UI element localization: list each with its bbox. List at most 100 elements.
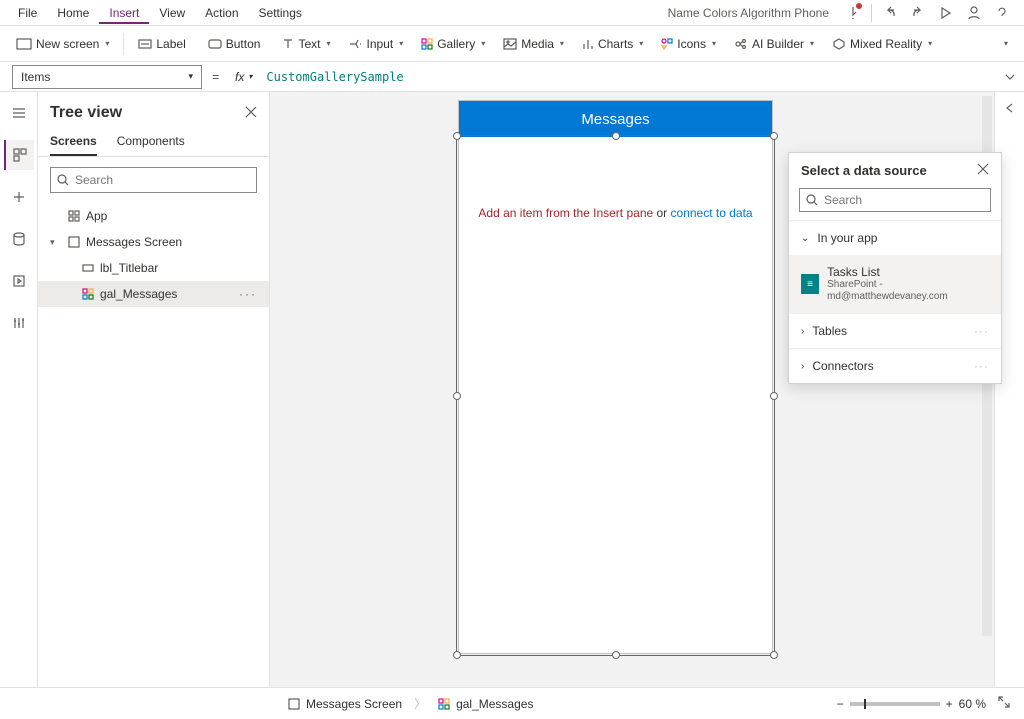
input-icon	[348, 38, 362, 50]
section-more-icon[interactable]: ···	[974, 359, 989, 373]
breadcrumb-separator: 〉	[412, 695, 428, 712]
rail-add-icon[interactable]	[4, 182, 34, 212]
section-in-your-app[interactable]: ⌄ In your app	[789, 220, 1001, 255]
help-icon[interactable]	[988, 0, 1016, 26]
section-tables[interactable]: › Tables ···	[789, 313, 1001, 348]
resize-handle-left[interactable]	[453, 392, 461, 400]
charts-icon	[582, 38, 594, 50]
section-label: Connectors	[812, 359, 873, 373]
canvas-gallery-selection[interactable]: Add an item from the Insert pane or conn…	[456, 135, 775, 656]
section-more-icon[interactable]: ···	[974, 324, 989, 338]
screen-icon	[68, 236, 80, 248]
resize-handle-tr[interactable]	[770, 132, 778, 140]
close-popup-icon[interactable]	[977, 163, 989, 178]
equals-sign: =	[202, 70, 229, 84]
datasource-item-tasks-list[interactable]: ≡ Tasks List SharePoint - md@matthewdeva…	[789, 255, 1001, 313]
health-checker-icon[interactable]	[839, 0, 867, 26]
app-icon	[68, 210, 80, 222]
rail-hamburger-icon[interactable]	[4, 98, 34, 128]
fit-to-screen-icon[interactable]	[992, 696, 1016, 711]
fx-dropdown[interactable]: fx▾	[229, 70, 258, 84]
search-icon	[806, 194, 818, 206]
tree-node-app[interactable]: App	[38, 203, 269, 229]
tree-search-input[interactable]	[50, 167, 257, 193]
resize-handle-right[interactable]	[770, 392, 778, 400]
resize-handle-bottom[interactable]	[612, 651, 620, 659]
connect-to-data-link[interactable]: connect to data	[671, 206, 753, 220]
icons-icon	[661, 38, 673, 50]
tree-child-label: gal_Messages	[100, 287, 177, 301]
zoom-out-button[interactable]: −	[837, 697, 844, 711]
section-label: In your app	[817, 231, 877, 245]
insert-label-button[interactable]: Label	[130, 32, 197, 56]
chevron-down-icon: ⌄	[801, 233, 809, 244]
breadcrumb-gallery[interactable]: gal_Messages	[428, 693, 543, 715]
tab-screens[interactable]: Screens	[50, 128, 97, 156]
datasource-item-name: Tasks List	[827, 265, 989, 279]
chevron-down-icon[interactable]: ▾	[50, 237, 62, 248]
tree-app-label: App	[86, 209, 107, 223]
insert-mixedreality-button[interactable]: Mixed Reality▾	[824, 32, 940, 56]
label-icon	[82, 262, 94, 274]
insert-aibuilder-button[interactable]: AI Builder▾	[726, 32, 822, 56]
tree-node-more-icon[interactable]: ···	[239, 287, 257, 301]
resize-handle-top[interactable]	[612, 132, 620, 140]
redo-icon[interactable]	[904, 0, 932, 26]
search-icon	[57, 174, 69, 186]
datasource-item-sub: SharePoint - md@matthewdevaney.com	[827, 279, 989, 303]
menu-settings[interactable]: Settings	[249, 2, 312, 24]
undo-icon[interactable]	[876, 0, 904, 26]
screen-icon	[16, 38, 32, 50]
play-icon[interactable]	[932, 0, 960, 26]
insert-button-button[interactable]: Button	[200, 32, 273, 56]
tree-node-screen[interactable]: ▾ Messages Screen	[38, 229, 269, 255]
tree-title: Tree view	[50, 104, 245, 122]
menu-action[interactable]: Action	[195, 2, 248, 24]
menu-insert[interactable]: Insert	[99, 2, 149, 24]
app-title: Name Colors Algorithm Phone	[658, 6, 839, 20]
datasource-title: Select a data source	[801, 163, 977, 178]
ribbon-overflow-button[interactable]: ▾	[994, 34, 1016, 53]
menu-file[interactable]: File	[8, 2, 47, 24]
property-selector[interactable]: Items ▾	[12, 65, 202, 89]
chevron-right-icon: ›	[801, 326, 804, 337]
chevron-right-icon: ›	[801, 361, 804, 372]
new-screen-button[interactable]: New screen▾	[8, 32, 117, 56]
insert-icons-button[interactable]: Icons▾	[653, 32, 724, 56]
tree-node-gal-messages[interactable]: gal_Messages ···	[38, 281, 269, 307]
rail-treeview-icon[interactable]	[4, 140, 34, 170]
section-connectors[interactable]: › Connectors ···	[789, 348, 1001, 383]
insert-charts-button[interactable]: Charts▾	[574, 32, 651, 56]
share-icon[interactable]	[960, 0, 988, 26]
insert-gallery-button[interactable]: Gallery▾	[413, 32, 493, 56]
menu-view[interactable]: View	[149, 2, 195, 24]
expand-properties-icon[interactable]	[1004, 102, 1016, 117]
gallery-icon	[421, 38, 433, 50]
insert-text-button[interactable]: Text▾	[274, 32, 338, 56]
zoom-slider[interactable]	[850, 702, 940, 706]
close-tree-icon[interactable]	[245, 106, 257, 121]
rail-tools-icon[interactable]	[4, 308, 34, 338]
resize-handle-bl[interactable]	[453, 651, 461, 659]
resize-handle-tl[interactable]	[453, 132, 461, 140]
zoom-value: 60 %	[959, 697, 986, 711]
screen-icon	[288, 698, 300, 710]
button-icon	[208, 38, 222, 50]
label-icon	[138, 38, 152, 50]
sharepoint-icon: ≡	[801, 274, 819, 294]
menu-home[interactable]: Home	[47, 2, 99, 24]
breadcrumb-screen[interactable]: Messages Screen	[278, 693, 412, 715]
insert-media-button[interactable]: Media▾	[495, 32, 572, 56]
resize-handle-br[interactable]	[770, 651, 778, 659]
insert-input-button[interactable]: Input▾	[340, 32, 411, 56]
rail-data-icon[interactable]	[4, 224, 34, 254]
media-icon	[503, 38, 517, 50]
expand-formula-icon[interactable]	[996, 71, 1024, 83]
zoom-in-button[interactable]: +	[946, 697, 953, 711]
section-label: Tables	[812, 324, 847, 338]
formula-input[interactable]: CustomGallerySample	[258, 70, 996, 84]
datasource-search-input[interactable]	[799, 188, 991, 212]
tree-node-lbl-titlebar[interactable]: lbl_Titlebar	[38, 255, 269, 281]
tab-components[interactable]: Components	[117, 128, 185, 156]
rail-media-icon[interactable]	[4, 266, 34, 296]
